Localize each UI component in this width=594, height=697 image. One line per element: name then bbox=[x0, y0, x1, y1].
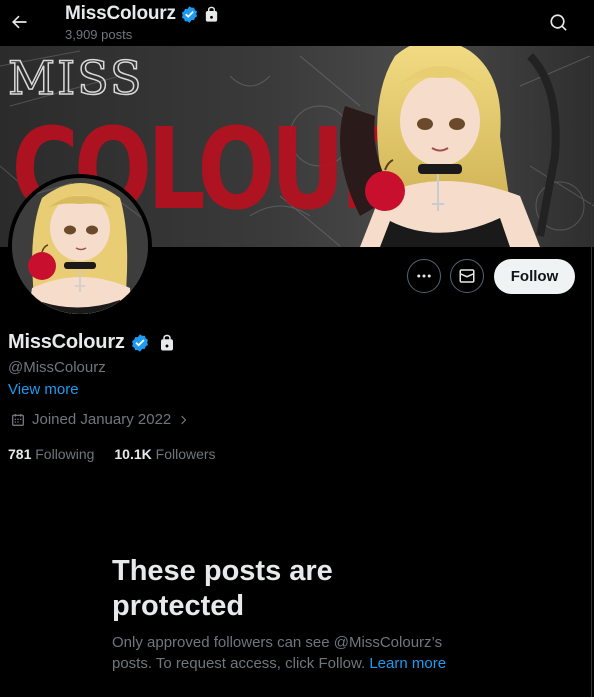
followers-label: Followers bbox=[155, 446, 216, 462]
follow-stats: 781 Following 10.1K Followers bbox=[8, 446, 216, 462]
profile-display-name: MissColourz bbox=[8, 331, 125, 353]
message-button[interactable] bbox=[450, 259, 484, 293]
chevron-right-icon bbox=[181, 415, 187, 424]
view-more-link[interactable]: View more bbox=[8, 381, 79, 398]
header-title-row: MissColourz bbox=[65, 3, 220, 25]
profile-name-row: MissColourz bbox=[8, 331, 176, 354]
more-dots-icon bbox=[417, 274, 431, 278]
search-button[interactable] bbox=[544, 8, 574, 38]
lock-icon bbox=[205, 6, 217, 22]
more-options-button[interactable] bbox=[407, 259, 441, 293]
profile-header-bar: MissColourz 3,909 posts bbox=[0, 0, 594, 46]
envelope-icon bbox=[459, 269, 475, 283]
protected-title: These posts are protected bbox=[112, 555, 333, 622]
protected-description: Only approved followers can see @MissCol… bbox=[112, 632, 472, 674]
profile-handle: @MissColourz bbox=[8, 359, 106, 376]
verified-badge-icon[interactable] bbox=[130, 333, 150, 353]
followers-stat[interactable]: 10.1K Followers bbox=[114, 446, 215, 462]
joined-date-text: Joined January 2022 bbox=[32, 411, 172, 428]
following-stat[interactable]: 781 Following bbox=[8, 446, 94, 462]
learn-more-link[interactable]: Learn more bbox=[369, 655, 446, 672]
header-post-count: 3,909 posts bbox=[65, 27, 133, 42]
calendar-icon bbox=[12, 413, 24, 426]
column-divider bbox=[591, 0, 592, 697]
following-count: 781 bbox=[8, 446, 32, 462]
search-icon bbox=[550, 14, 567, 31]
lock-icon bbox=[160, 334, 173, 350]
following-label: Following bbox=[35, 446, 95, 462]
header-display-name: MissColourz bbox=[65, 3, 176, 24]
banner-miss-text: MISS bbox=[8, 51, 144, 105]
back-button[interactable] bbox=[2, 5, 36, 39]
joined-date-row[interactable]: Joined January 2022 bbox=[10, 411, 191, 428]
follow-button[interactable]: Follow bbox=[494, 259, 575, 294]
profile-avatar[interactable] bbox=[8, 174, 152, 318]
arrow-left-icon bbox=[12, 15, 27, 29]
avatar-image bbox=[12, 178, 148, 314]
followers-count: 10.1K bbox=[114, 446, 152, 462]
verified-badge-icon bbox=[181, 5, 197, 23]
